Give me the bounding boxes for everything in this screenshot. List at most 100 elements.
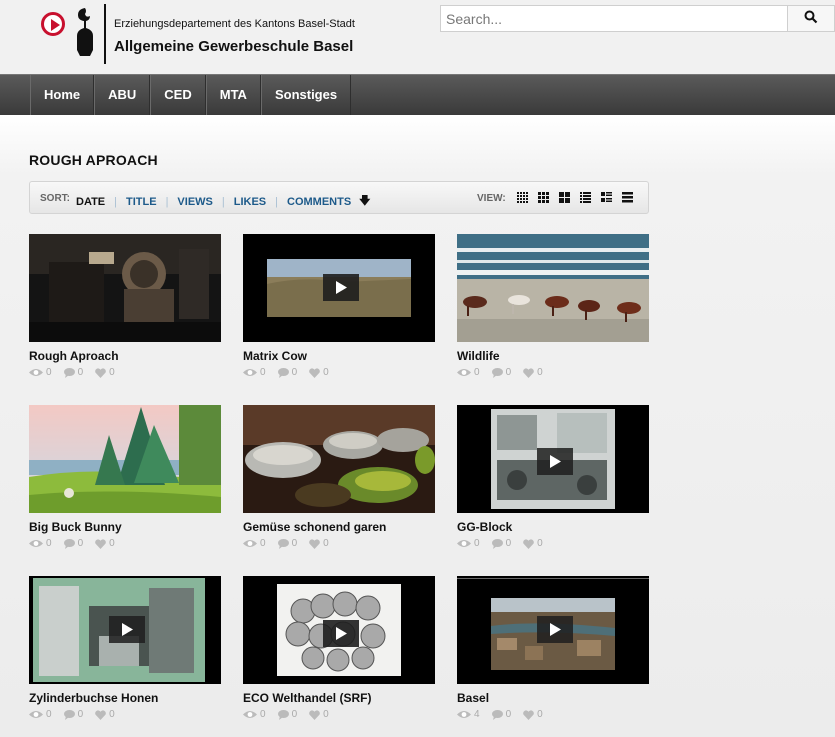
video-title[interactable]: Rough Aproach: [29, 349, 119, 363]
likes-heart-icon: [523, 538, 534, 549]
video-title[interactable]: Gemüse schonend garen: [243, 520, 386, 534]
video-card: Basel 4 0 0: [457, 576, 649, 720]
sort-separator: |: [165, 195, 169, 208]
views-eye-icon: [243, 369, 257, 376]
comments-bubble-icon: [277, 367, 289, 378]
video-thumbnail[interactable]: [243, 405, 435, 513]
views-eye-icon: [457, 369, 471, 376]
video-thumbnail[interactable]: [29, 405, 221, 513]
views-count: 4: [474, 709, 480, 720]
views-eye-icon: [457, 540, 471, 547]
views-eye-icon: [243, 540, 257, 547]
likes-heart-icon: [95, 367, 106, 378]
views-count: 0: [474, 367, 480, 378]
video-title[interactable]: Big Buck Bunny: [29, 520, 122, 534]
views-count: 0: [46, 367, 52, 378]
views-count: 0: [260, 709, 266, 720]
likes-count: 0: [109, 538, 115, 549]
views-eye-icon: [29, 369, 43, 376]
video-card: Matrix Cow 0 0 0: [243, 234, 435, 378]
view-grid-medium-icon[interactable]: [538, 192, 549, 203]
views-count: 0: [260, 538, 266, 549]
sort-separator: |: [114, 195, 117, 208]
comments-bubble-icon: [491, 367, 503, 378]
sort-option-views[interactable]: VIEWS: [177, 196, 212, 208]
comments-count: 0: [505, 367, 512, 378]
view-grid-small-icon[interactable]: [517, 192, 528, 203]
nav-item-ced[interactable]: CED: [150, 75, 206, 115]
sort-direction-arrow-icon[interactable]: 🡇: [359, 192, 370, 211]
video-stats: 0 0 0: [457, 538, 555, 549]
header-divider: [104, 4, 106, 64]
nav-item-sonstiges[interactable]: Sonstiges: [260, 75, 352, 115]
sort-option-comments[interactable]: COMMENTS: [287, 196, 351, 208]
video-thumbnail[interactable]: [457, 405, 649, 513]
likes-count: 0: [323, 709, 329, 720]
comments-count: 0: [291, 709, 298, 720]
likes-heart-icon: [95, 709, 106, 720]
school-name[interactable]: Allgemeine Gewerbeschule Basel: [114, 38, 353, 55]
comments-count: 0: [77, 709, 84, 720]
view-list-detailed-icon[interactable]: [580, 192, 591, 203]
video-thumbnail[interactable]: [457, 576, 649, 684]
video-title[interactable]: Basel: [457, 691, 489, 705]
view-label: VIEW:: [477, 193, 506, 204]
view-list-thumbs-icon[interactable]: [601, 192, 612, 203]
video-stats: 4 0 0: [457, 709, 555, 720]
likes-count: 0: [323, 538, 329, 549]
comments-bubble-icon: [63, 709, 75, 720]
video-card: Big Buck Bunny 0 0 0: [29, 405, 221, 549]
video-title[interactable]: GG-Block: [457, 520, 512, 534]
comments-bubble-icon: [277, 538, 289, 549]
likes-heart-icon: [309, 538, 320, 549]
play-logo-icon[interactable]: [41, 12, 65, 36]
sort-separator: |: [221, 195, 225, 208]
sort-label: SORT:: [40, 193, 70, 204]
video-title[interactable]: Matrix Cow: [243, 349, 307, 363]
video-thumbnail[interactable]: [243, 576, 435, 684]
view-list-icon[interactable]: [622, 192, 633, 203]
comments-bubble-icon: [491, 538, 503, 549]
likes-count: 0: [323, 367, 329, 378]
video-stats: 0 0 0: [243, 538, 341, 549]
video-card: GG-Block 0 0 0: [457, 405, 649, 549]
nav-item-abu[interactable]: ABU: [94, 75, 151, 115]
video-title[interactable]: Wildlife: [457, 349, 500, 363]
search-input[interactable]: [440, 5, 788, 32]
likes-heart-icon: [95, 538, 106, 549]
sort-option-likes[interactable]: LIKES: [234, 196, 266, 208]
video-thumbnail[interactable]: [29, 576, 221, 684]
video-stats: 0 0 0: [29, 367, 127, 378]
comments-count: 0: [505, 538, 512, 549]
view-grid-large-icon[interactable]: [559, 192, 570, 203]
comments-count: 0: [291, 538, 298, 549]
video-thumbnail[interactable]: [457, 234, 649, 342]
nav-item-home[interactable]: Home: [30, 75, 95, 115]
likes-count: 0: [537, 538, 543, 549]
sort-bar: SORT: DATE | TITLE | VIEWS | LIKES | COM…: [29, 181, 649, 214]
video-thumbnail[interactable]: [29, 234, 221, 342]
video-thumbnail[interactable]: [243, 234, 435, 342]
views-eye-icon: [29, 711, 43, 718]
nav-item-mta[interactable]: MTA: [205, 75, 261, 115]
video-title[interactable]: ECO Welthandel (SRF): [243, 691, 371, 705]
comments-count: 0: [77, 367, 84, 378]
video-title[interactable]: Zylinderbuchse Honen: [29, 691, 158, 705]
video-stats: 0 0 0: [243, 367, 341, 378]
sort-option-date[interactable]: DATE: [76, 196, 105, 208]
sort-option-title[interactable]: TITLE: [126, 196, 157, 208]
sort-separator: |: [275, 195, 278, 208]
video-stats: 0 0 0: [29, 538, 127, 549]
views-count: 0: [46, 538, 52, 549]
likes-heart-icon: [523, 367, 534, 378]
views-count: 0: [474, 538, 480, 549]
comments-bubble-icon: [63, 367, 75, 378]
likes-count: 0: [537, 367, 543, 378]
views-eye-icon: [29, 540, 43, 547]
video-card: Zylinderbuchse Honen 0 0 0: [29, 576, 221, 720]
search-button[interactable]: [788, 5, 835, 32]
main-navigation: Home ABU CED MTA Sonstiges: [0, 74, 835, 115]
comments-count: 0: [291, 367, 298, 378]
basel-crest-icon: [77, 8, 93, 56]
video-card: ECO Welthandel (SRF) 0 0 0: [243, 576, 435, 720]
